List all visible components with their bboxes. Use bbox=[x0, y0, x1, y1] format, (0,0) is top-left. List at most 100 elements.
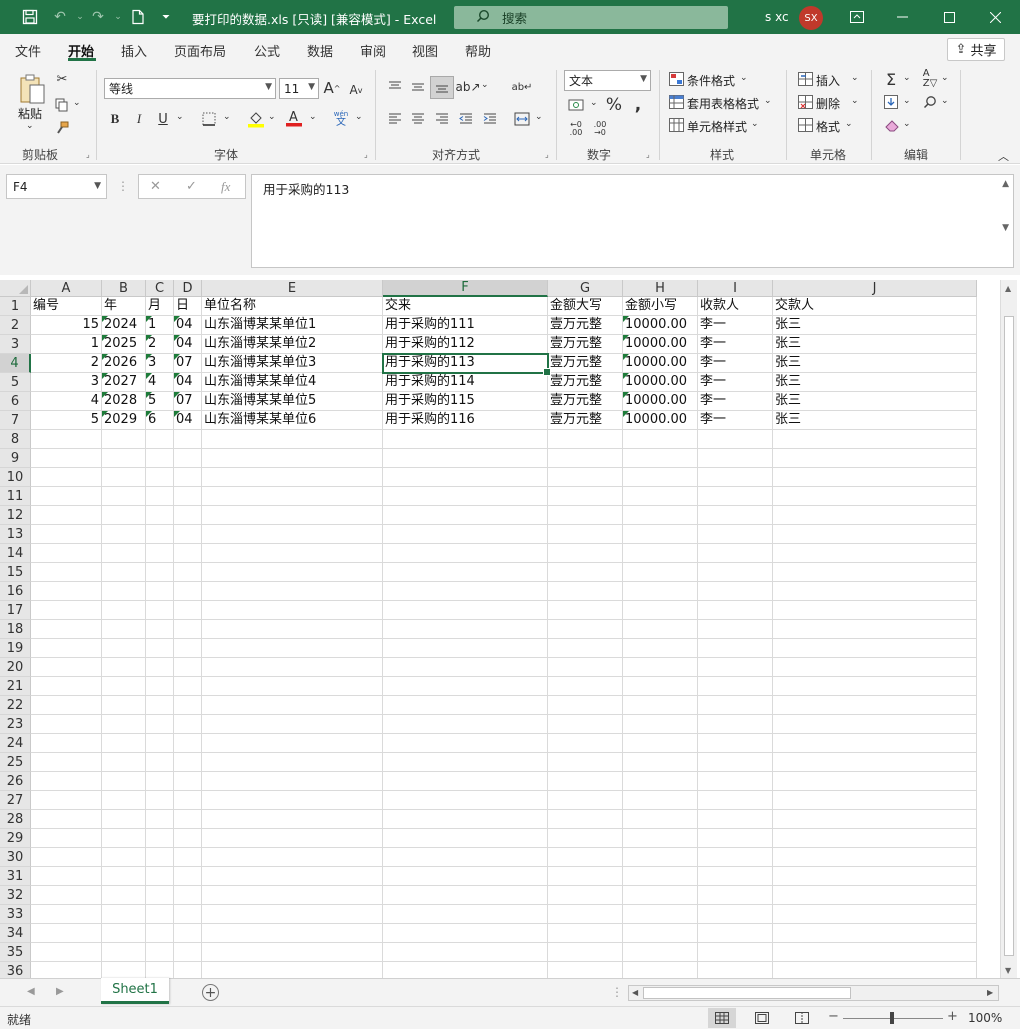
undo-icon[interactable]: ↶ bbox=[50, 7, 70, 27]
cell[interactable]: 1 bbox=[31, 335, 102, 354]
cell[interactable] bbox=[773, 867, 977, 886]
paste-icon[interactable] bbox=[16, 72, 48, 106]
tab-help[interactable]: 帮助 bbox=[465, 41, 491, 60]
cell[interactable] bbox=[102, 867, 146, 886]
cell[interactable] bbox=[31, 601, 102, 620]
cell[interactable]: 4 bbox=[146, 373, 174, 392]
cell[interactable] bbox=[623, 468, 698, 487]
cell[interactable]: 李一 bbox=[698, 411, 773, 430]
cell[interactable] bbox=[773, 582, 977, 601]
cell[interactable] bbox=[698, 924, 773, 943]
paste-label[interactable]: 粘贴 bbox=[18, 105, 42, 122]
cell[interactable] bbox=[102, 715, 146, 734]
cell[interactable] bbox=[623, 829, 698, 848]
cell[interactable] bbox=[623, 791, 698, 810]
cell[interactable] bbox=[146, 886, 174, 905]
cell[interactable] bbox=[31, 563, 102, 582]
cell[interactable] bbox=[102, 639, 146, 658]
cell[interactable] bbox=[202, 506, 383, 525]
clear-dropdown-icon[interactable]: ⌄ bbox=[903, 119, 911, 129]
row-header[interactable]: 15 bbox=[0, 563, 31, 582]
sort-filter-dropdown-icon[interactable]: ⌄ bbox=[941, 73, 949, 83]
cell[interactable] bbox=[383, 563, 548, 582]
cell[interactable] bbox=[548, 772, 623, 791]
cell[interactable] bbox=[146, 810, 174, 829]
cell[interactable] bbox=[174, 734, 202, 753]
cell[interactable]: 10000.00 bbox=[623, 354, 698, 373]
select-all-button[interactable] bbox=[0, 280, 31, 297]
cell[interactable] bbox=[202, 886, 383, 905]
font-size-select[interactable]: 11 ▼ bbox=[279, 78, 319, 99]
cell[interactable] bbox=[202, 924, 383, 943]
cell[interactable] bbox=[31, 791, 102, 810]
row-header[interactable]: 8 bbox=[0, 430, 31, 449]
cell[interactable] bbox=[383, 468, 548, 487]
currency-icon[interactable] bbox=[567, 96, 587, 114]
cell[interactable] bbox=[383, 582, 548, 601]
underline-icon[interactable]: U bbox=[156, 110, 170, 128]
cell[interactable] bbox=[548, 696, 623, 715]
cell[interactable] bbox=[623, 715, 698, 734]
cell[interactable]: 壹万元整 bbox=[548, 392, 623, 411]
cell[interactable] bbox=[548, 791, 623, 810]
cell[interactable] bbox=[174, 601, 202, 620]
cell[interactable]: 李一 bbox=[698, 373, 773, 392]
find-select-icon[interactable] bbox=[922, 93, 938, 111]
wrap-text-icon[interactable]: ab↵ bbox=[512, 78, 533, 98]
cell[interactable]: 山东淄博某某单位4 bbox=[202, 373, 383, 392]
cell[interactable] bbox=[773, 696, 977, 715]
cell[interactable]: 用于采购的114 bbox=[383, 373, 548, 392]
cell[interactable] bbox=[31, 848, 102, 867]
cell[interactable] bbox=[383, 430, 548, 449]
cell[interactable]: 用于采购的115 bbox=[383, 392, 548, 411]
fill-dropdown-icon[interactable]: ⌄ bbox=[903, 96, 911, 106]
borders-icon[interactable] bbox=[200, 110, 218, 128]
share-button[interactable]: ⇪ 共享 bbox=[947, 38, 1005, 61]
cell[interactable] bbox=[146, 791, 174, 810]
cell[interactable] bbox=[31, 696, 102, 715]
cell[interactable] bbox=[383, 696, 548, 715]
cell[interactable] bbox=[773, 544, 977, 563]
cell[interactable] bbox=[174, 468, 202, 487]
cell[interactable] bbox=[102, 449, 146, 468]
merge-center-icon[interactable] bbox=[512, 110, 532, 128]
tab-review[interactable]: 审阅 bbox=[360, 41, 386, 60]
cell[interactable] bbox=[773, 658, 977, 677]
cell[interactable] bbox=[31, 753, 102, 772]
autosum-icon[interactable]: Σ bbox=[883, 70, 899, 89]
formula-scroll-up-icon[interactable]: ▲ bbox=[1002, 179, 1009, 189]
cell[interactable] bbox=[146, 468, 174, 487]
cell[interactable] bbox=[174, 696, 202, 715]
cell[interactable]: 2028 bbox=[102, 392, 146, 411]
cell[interactable] bbox=[623, 810, 698, 829]
active-cell[interactable]: 用于采购的113 bbox=[382, 353, 551, 376]
cell[interactable] bbox=[146, 829, 174, 848]
cell[interactable] bbox=[383, 658, 548, 677]
cell[interactable] bbox=[623, 943, 698, 962]
cell[interactable]: 2026 bbox=[102, 354, 146, 373]
cell[interactable] bbox=[102, 658, 146, 677]
cell[interactable] bbox=[773, 791, 977, 810]
cell[interactable]: 2025 bbox=[102, 335, 146, 354]
tab-file[interactable]: 文件 bbox=[15, 41, 41, 60]
row-header[interactable]: 11 bbox=[0, 487, 31, 506]
cell[interactable] bbox=[623, 924, 698, 943]
cell[interactable]: 5 bbox=[31, 411, 102, 430]
cell[interactable] bbox=[146, 563, 174, 582]
cell[interactable] bbox=[698, 563, 773, 582]
formula-input[interactable]: 用于采购的113 ▲ ▼ bbox=[251, 174, 1014, 268]
cell[interactable]: 04 bbox=[174, 316, 202, 335]
cell[interactable] bbox=[383, 601, 548, 620]
cell[interactable] bbox=[773, 924, 977, 943]
cell[interactable]: 张三 bbox=[773, 373, 977, 392]
tab-data[interactable]: 数据 bbox=[307, 41, 333, 60]
cell[interactable] bbox=[102, 734, 146, 753]
row-header[interactable]: 9 bbox=[0, 449, 31, 468]
font-name-select[interactable]: 等线 ▼ bbox=[104, 78, 276, 99]
decrease-indent-icon[interactable] bbox=[457, 110, 475, 128]
cell[interactable] bbox=[31, 449, 102, 468]
cell[interactable] bbox=[383, 753, 548, 772]
comma-style-icon[interactable]: , bbox=[631, 95, 645, 115]
cell[interactable] bbox=[623, 696, 698, 715]
cell[interactable] bbox=[773, 620, 977, 639]
